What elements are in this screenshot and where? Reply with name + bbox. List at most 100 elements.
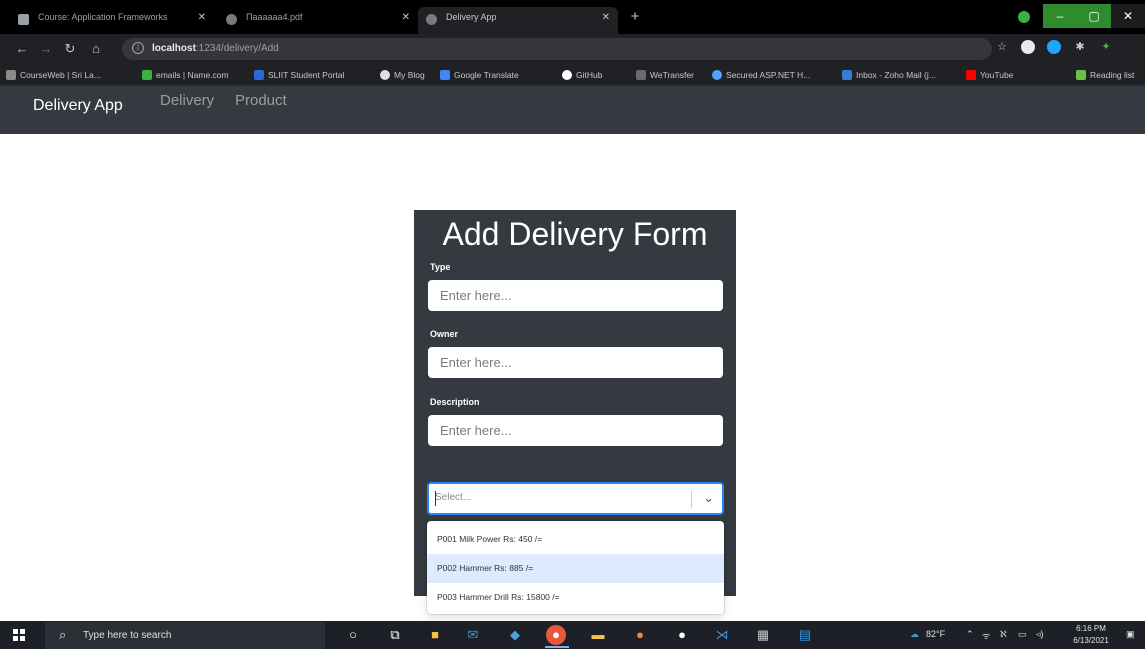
forward-arrow-icon[interactable]: → xyxy=(38,41,54,57)
github-desktop-icon[interactable]: ● xyxy=(672,625,692,645)
taskbar-clock[interactable]: 6:16 PM 6/13/2021 xyxy=(1068,623,1114,647)
volume-icon[interactable]: ◃) xyxy=(1036,629,1044,640)
extension-icons: ☆ ✱ ✦ xyxy=(995,40,1113,54)
taskbar-search-box[interactable]: ⌕ Type here to search xyxy=(45,622,325,649)
calculator-icon[interactable]: ▦ xyxy=(753,625,773,645)
product-option[interactable]: P001 Milk Power Rs: 450 /= xyxy=(427,525,724,554)
product-select[interactable]: Select... ⌄ xyxy=(427,482,724,515)
new-tab-button[interactable]: + xyxy=(627,9,643,25)
cortana-icon[interactable]: ○ xyxy=(343,625,363,645)
battery-icon[interactable]: ▭ xyxy=(1018,629,1027,640)
bookmark-wetransfer[interactable]: WeTransfer xyxy=(636,68,694,82)
bookmark-google-translate[interactable]: Google Translate xyxy=(440,68,519,82)
profile-icon[interactable] xyxy=(1018,11,1030,23)
portal-icon xyxy=(254,70,264,80)
bookmark-reading-list[interactable]: Reading list xyxy=(1076,68,1134,82)
nav-delivery-link[interactable]: Delivery xyxy=(160,92,214,109)
search-placeholder: Type here to search xyxy=(83,630,172,641)
type-input[interactable] xyxy=(428,280,723,311)
email-icon xyxy=(142,70,152,80)
close-icon[interactable]: ✕ xyxy=(602,12,610,23)
network-icon[interactable]: ᯤ xyxy=(982,629,990,642)
bookmark-aspnet[interactable]: Secured ASP.NET H... xyxy=(712,68,810,82)
tab-delivery-app[interactable]: Delivery App ✕ xyxy=(418,7,618,34)
bookmark-label: Reading list xyxy=(1090,70,1135,80)
active-app-indicator xyxy=(545,646,569,648)
course-favicon-icon xyxy=(18,14,29,25)
word-icon[interactable]: ▤ xyxy=(795,625,815,645)
close-icon[interactable]: ✕ xyxy=(198,12,206,23)
puzzle-icon[interactable]: ✱ xyxy=(1073,40,1087,54)
extension-icon[interactable] xyxy=(1047,40,1061,54)
search-icon: ⌕ xyxy=(59,627,67,642)
brand-link[interactable]: Delivery App xyxy=(33,97,123,115)
tab-course[interactable]: Course: Application Frameworks ✕ xyxy=(10,7,214,34)
bookmark-label: Google Translate xyxy=(454,70,519,80)
bookmarks-bar: CourseWeb | Sri La... emails | Name.com … xyxy=(0,64,1145,86)
postman-icon[interactable]: ● xyxy=(630,625,650,645)
address-bar[interactable]: i localhost:1234/delivery/Add xyxy=(122,38,992,60)
product-option[interactable]: P002 Hammer Rs: 885 /= xyxy=(427,554,724,583)
youtube-icon xyxy=(966,70,976,80)
bookmark-youtube[interactable]: YouTube xyxy=(966,68,1013,82)
vscode-icon[interactable]: ⋊ xyxy=(712,625,732,645)
chevron-up-icon[interactable]: ⌃ xyxy=(966,629,974,640)
close-icon[interactable]: ✕ xyxy=(402,12,410,23)
windows-start-button[interactable] xyxy=(13,629,25,641)
reading-list-icon xyxy=(1076,70,1086,80)
bookmark-label: emails | Name.com xyxy=(156,70,229,80)
select-separator xyxy=(691,491,692,508)
select-placeholder: Select... xyxy=(435,492,472,503)
bookmark-courseweb[interactable]: CourseWeb | Sri La... xyxy=(6,68,101,82)
close-window-button[interactable]: ✕ xyxy=(1111,4,1145,28)
url-host: localhost xyxy=(152,43,196,54)
browser-tab-bar: Course: Application Frameworks ✕ Паааааа… xyxy=(0,0,1145,34)
temperature[interactable]: 82°F xyxy=(926,629,945,639)
language-icon[interactable]: ℵ xyxy=(1000,629,1007,640)
notifications-icon[interactable]: ▣ xyxy=(1126,629,1135,640)
windows-taskbar: ⌕ Type here to search ○ ⧉ ■ ✉ ◆ ● ▬ ● ● … xyxy=(0,621,1145,649)
form-title: Add Delivery Form xyxy=(442,216,708,252)
product-option[interactable]: P003 Hammer Drill Rs: 15800 /= xyxy=(427,583,724,612)
back-arrow-icon[interactable]: ← xyxy=(14,41,30,57)
bookmark-blog[interactable]: My Blog xyxy=(380,68,425,82)
wetransfer-icon xyxy=(636,70,646,80)
nav-product-link[interactable]: Product xyxy=(235,92,287,109)
star-icon[interactable]: ☆ xyxy=(995,40,1009,54)
courseweb-icon xyxy=(6,70,16,80)
aspnet-icon xyxy=(712,70,722,80)
description-input[interactable] xyxy=(428,415,723,446)
bookmark-label: GitHub xyxy=(576,70,603,80)
bookmark-github[interactable]: GitHub xyxy=(562,68,602,82)
chevron-down-icon[interactable]: ⌄ xyxy=(703,490,714,506)
github-icon xyxy=(562,70,572,80)
window-controls: – ▢ ✕ xyxy=(1043,4,1145,28)
bookmark-label: SLIIT Student Portal xyxy=(268,70,345,80)
minimize-button[interactable]: – xyxy=(1043,4,1077,28)
bookmark-label: Secured ASP.NET H... xyxy=(726,70,811,80)
bookmark-zoho[interactable]: Inbox - Zoho Mail (j... xyxy=(842,68,936,82)
extension-icon[interactable] xyxy=(1021,40,1035,54)
bookmark-label: YouTube xyxy=(980,70,1014,80)
reload-icon[interactable]: ↻ xyxy=(62,41,78,57)
clock-date: 6/13/2021 xyxy=(1073,636,1109,645)
owner-input[interactable] xyxy=(428,347,723,378)
tab-pdf[interactable]: Паааааа4.pdf ✕ xyxy=(218,7,418,34)
bookmark-emails[interactable]: emails | Name.com xyxy=(142,68,229,82)
mail-icon[interactable]: ✉ xyxy=(463,625,483,645)
weather-icon[interactable]: ☁ xyxy=(910,629,919,640)
url-text: localhost:1234/delivery/Add xyxy=(152,43,279,54)
task-view-icon[interactable]: ⧉ xyxy=(385,625,405,645)
home-icon[interactable]: ⌂ xyxy=(88,41,104,57)
maximize-button[interactable]: ▢ xyxy=(1077,4,1111,28)
tab-title: Course: Application Frameworks xyxy=(38,12,168,22)
file-explorer-icon[interactable]: ▬ xyxy=(588,625,608,645)
bookmark-label: My Blog xyxy=(394,70,425,80)
chrome-icon[interactable]: ● xyxy=(546,625,566,645)
bookmark-sliit[interactable]: SLIIT Student Portal xyxy=(254,68,344,82)
info-icon[interactable]: i xyxy=(132,42,144,54)
store-icon[interactable]: ■ xyxy=(425,625,445,645)
translate-icon xyxy=(440,70,450,80)
app-icon[interactable]: ◆ xyxy=(505,625,525,645)
extension-icon[interactable]: ✦ xyxy=(1099,40,1113,54)
